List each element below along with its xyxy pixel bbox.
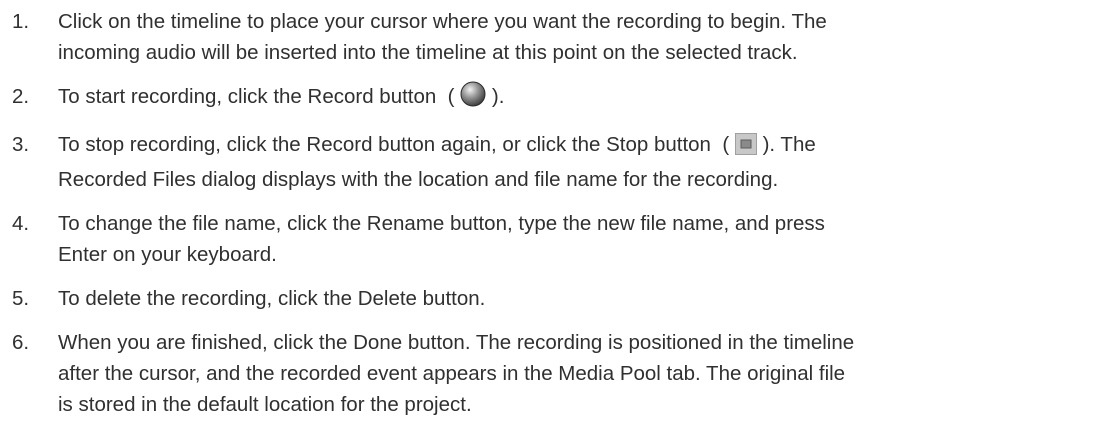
instruction-list: 1. Click on the timeline to place your c… xyxy=(0,6,1115,433)
list-item-step-5: 5. To delete the recording, click the De… xyxy=(0,283,1115,314)
step-number: 1. xyxy=(12,10,30,33)
step-line: To start recording, click the Record but… xyxy=(58,81,1115,116)
list-item-step-4: 4. To change the file name, click the Re… xyxy=(0,208,1115,270)
step-line: is stored in the default location for th… xyxy=(58,393,472,416)
list-item-step-6: 6. When you are finished, click the Done… xyxy=(0,327,1115,420)
step-text: To delete the recording, click the Delet… xyxy=(58,283,1115,314)
step-text: To start recording, click the Record but… xyxy=(58,81,1115,116)
stop-button-icon xyxy=(734,133,757,164)
step-text: Click on the timeline to place your curs… xyxy=(58,6,1115,68)
step-line-before-icon: To stop recording, click the Record butt… xyxy=(58,133,730,156)
step-line: after the cursor, and the recorded event… xyxy=(58,362,846,385)
step-number: 6. xyxy=(12,331,30,354)
step-number: 2. xyxy=(12,85,30,108)
list-item-step-1: 1. Click on the timeline to place your c… xyxy=(0,6,1115,68)
step-number: 5. xyxy=(12,287,30,310)
step-text: To stop recording, click the Record butt… xyxy=(58,129,1115,195)
step-text: When you are finished, click the Done bu… xyxy=(58,327,1115,420)
step-line-before-icon: To start recording, click the Record but… xyxy=(58,85,455,108)
step-line: Recorded Files dialog displays with the … xyxy=(58,168,779,191)
step-number: 3. xyxy=(12,133,30,156)
step-line-after-icon: ). xyxy=(491,85,505,108)
step-line: To delete the recording, click the Delet… xyxy=(58,287,486,310)
step-line-after-icon: ). The xyxy=(762,133,816,156)
list-item-step-3: 3. To stop recording, click the Record b… xyxy=(0,129,1115,195)
step-line: Enter on your keyboard. xyxy=(58,243,277,266)
step-line: incoming audio will be inserted into the… xyxy=(58,41,798,64)
step-text: To change the file name, click the Renam… xyxy=(58,208,1115,270)
step-number: 4. xyxy=(12,212,30,235)
step-line: When you are finished, click the Done bu… xyxy=(58,331,855,354)
step-line: To stop recording, click the Record butt… xyxy=(58,129,1115,164)
record-button-icon xyxy=(460,81,486,116)
step-line: Click on the timeline to place your curs… xyxy=(58,10,827,33)
step-line: To change the file name, click the Renam… xyxy=(58,212,825,235)
list-item-step-2: 2. To start recording, click the Record … xyxy=(0,81,1115,116)
